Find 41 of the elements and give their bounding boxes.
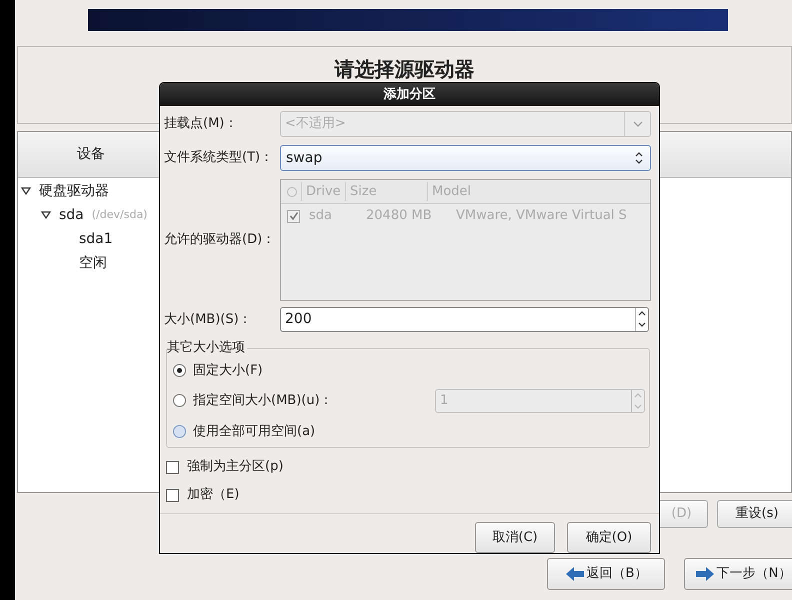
next-button[interactable]: 下一步（N） (684, 558, 792, 590)
dialog-button[interactable]: 确定(O) (567, 522, 651, 553)
up-down-chevron-icon (635, 152, 643, 164)
header-radio-icon (287, 186, 297, 196)
checkbox[interactable] (166, 460, 179, 474)
dialog-title: 添加分区 (160, 83, 659, 106)
chevron-down-icon (632, 121, 642, 127)
field-label: 文件系统类型(T)： (164, 149, 274, 168)
group-title: 其它大小选项 (167, 340, 247, 356)
table-cell-text: sda (309, 207, 333, 226)
tree-item[interactable]: sda (59, 204, 84, 226)
field-label: 大小(MB)(S)： (164, 310, 253, 329)
back-button[interactable]: 返回（B） (547, 558, 665, 590)
expanded-triangle-icon[interactable] (41, 211, 51, 219)
panel-button[interactable]: 重设(s) (717, 500, 792, 528)
radio-label[interactable]: 指定空间大小(MB)(u)： (193, 391, 333, 411)
device-path: (/dev/sda) (92, 206, 148, 223)
size-spinbox[interactable]: 200 (280, 307, 649, 332)
radio-button[interactable] (173, 364, 186, 377)
filesystem-type-dropdown[interactable]: swap (280, 145, 651, 171)
page-title: 请选择源驱动器 (334, 57, 474, 81)
radio-label[interactable]: 固定大小(F) (193, 360, 263, 380)
right-arrow-icon (694, 566, 715, 582)
checkbox[interactable] (287, 210, 300, 222)
table-cell-text: VMware, VMware Virtual S (456, 207, 627, 226)
table-cell-text: 20480 MB (366, 207, 433, 226)
field-label: 允许的驱动器(D)： (164, 231, 276, 250)
left-arrow-icon (564, 566, 585, 582)
radio-label[interactable]: 使用全部可用空间(a) (193, 422, 316, 442)
checkbox-label[interactable]: 加密（E) (187, 485, 240, 505)
radio-button[interactable] (173, 394, 186, 408)
field-label: 挂载点(M)： (164, 115, 238, 134)
tree-item[interactable]: 空闲 (79, 252, 107, 274)
spin-arrows-icon[interactable] (635, 308, 648, 331)
dialog-button[interactable]: 取消(C) (475, 522, 555, 553)
tree-item[interactable]: sda1 (79, 228, 113, 250)
tree-item[interactable]: 硬盘驱动器 (39, 180, 109, 202)
radio-button[interactable] (173, 425, 186, 438)
checkbox[interactable] (166, 488, 179, 502)
checkbox-label[interactable]: 強制为主分区(p) (187, 457, 284, 477)
expanded-triangle-icon[interactable] (21, 187, 31, 195)
